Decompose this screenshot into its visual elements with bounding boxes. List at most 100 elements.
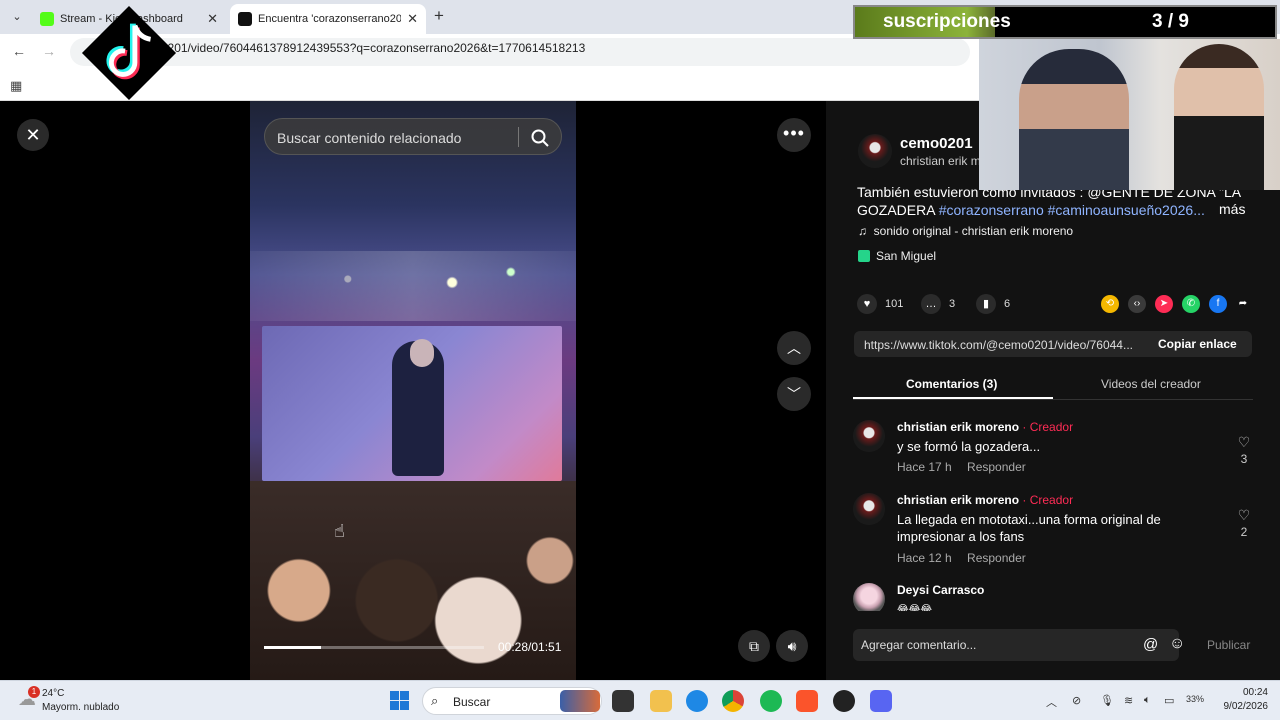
comment-avatar[interactable] (853, 583, 885, 611)
floating-player-icon[interactable]: ⧉ (738, 630, 770, 662)
apps-grid-icon[interactable]: ▦ (10, 78, 22, 94)
description-hashtags[interactable]: #corazonserrano #caminoaunsueño2026... (939, 202, 1205, 218)
creator-badge: · Creador (1022, 493, 1074, 507)
video-stage-lights (250, 251, 576, 321)
chrome-browser-icon[interactable] (722, 690, 744, 712)
bookmark-icon: ▮ (976, 294, 996, 314)
previous-video-icon[interactable]: ︿ (777, 331, 811, 365)
mention-icon[interactable]: @ (1143, 636, 1158, 653)
whatsapp-icon[interactable]: ✆ (1182, 295, 1200, 313)
terminal-app-icon[interactable] (612, 690, 634, 712)
tabs-divider (853, 399, 1253, 400)
back-icon[interactable]: ← (12, 43, 26, 59)
subscription-goal-count: 3 / 9 (1152, 11, 1189, 32)
video-link-box: https://www.tiktok.com/@cemo0201/video/7… (854, 331, 1252, 357)
heart-icon: ♥ (857, 294, 877, 314)
search-divider (518, 127, 519, 147)
comment-avatar[interactable] (853, 493, 885, 525)
location-link[interactable]: San Miguel (858, 249, 936, 263)
battery-icon[interactable]: ▭ (1164, 694, 1174, 707)
tab-close-icon[interactable]: ✕ (407, 11, 418, 27)
clock-date[interactable]: 9/02/2026 (1216, 701, 1269, 712)
repost-icon[interactable]: ⟲ (1101, 295, 1119, 313)
video-player[interactable] (250, 101, 576, 680)
tab-title: Encuentra 'corazonserrano2026' en TikTok (258, 13, 402, 25)
close-icon[interactable]: ✕ (17, 119, 49, 151)
comment-time: Hace 17 h (897, 460, 952, 474)
share-arrow-icon[interactable]: ➦ (1234, 295, 1252, 313)
wifi-icon[interactable]: ≋ (1124, 694, 1133, 707)
comment-author[interactable]: christian erik moreno (897, 493, 1019, 507)
embed-code-icon[interactable]: ‹› (1128, 295, 1146, 313)
comment-meta: Hace 12 h Responder (897, 551, 1038, 565)
video-link-url[interactable]: https://www.tiktok.com/@cemo0201/video/7… (864, 338, 1144, 352)
microphone-icon[interactable]: 🎙︎ (1100, 694, 1114, 707)
send-to-friends-icon[interactable]: ➤ (1155, 295, 1173, 313)
mouse-cursor-icon: ☝︎ (334, 521, 345, 541)
obs-app-icon[interactable] (833, 690, 855, 712)
clock-time[interactable]: 00:24 (1226, 687, 1268, 698)
comment-like-count: 3 (1240, 452, 1248, 466)
like-count: 101 (885, 298, 904, 310)
forward-icon[interactable]: → (42, 43, 56, 59)
volume-icon[interactable]: 🔊︎ (776, 630, 808, 662)
tab-creator-videos[interactable]: Videos del creador (1101, 377, 1201, 391)
spotify-icon[interactable] (760, 690, 782, 712)
video-progress-bar[interactable] (264, 646, 484, 649)
comment-button[interactable]: … 3 (921, 294, 955, 314)
description-more-link[interactable]: más (1219, 201, 1245, 217)
add-comment-field[interactable]: Agregar comentario... @ ☺ (853, 629, 1185, 661)
facebook-icon[interactable]: f (1209, 295, 1227, 313)
new-tab-icon[interactable]: + (434, 6, 444, 26)
comment-author[interactable]: christian erik moreno (897, 420, 1019, 434)
copy-link-button[interactable]: Copiar enlace (1158, 337, 1237, 351)
tray-overflow-icon[interactable]: ︿ (1046, 694, 1057, 710)
search-icon: ⌕ (431, 693, 439, 708)
more-options-icon[interactable]: ••• (777, 118, 811, 152)
publish-button[interactable]: Publicar (1207, 638, 1250, 652)
comment-like-count: 2 (1240, 525, 1248, 539)
tab-tiktok-search[interactable]: Encuentra 'corazonserrano2026' en TikTok… (230, 4, 426, 34)
save-count: 6 (1004, 298, 1011, 310)
comment-like-heart-icon[interactable]: ♡ (1236, 507, 1252, 524)
comment-avatar[interactable] (853, 420, 885, 452)
tab-close-icon[interactable]: ✕ (207, 11, 218, 27)
speaker-icon[interactable]: 🔈︎ (1144, 694, 1151, 707)
location-pin-icon (858, 250, 870, 262)
battery-percent: 33% (1186, 694, 1205, 704)
author-username[interactable]: cemo0201 (900, 135, 973, 152)
comment-time: Hace 12 h (897, 551, 952, 565)
file-explorer-icon[interactable] (650, 690, 672, 712)
author-avatar[interactable] (858, 134, 892, 168)
creator-badge: · Creador (1022, 420, 1074, 434)
comment-item: christian erik moreno · Creador La llega… (853, 493, 1253, 569)
discord-icon[interactable] (870, 690, 892, 712)
reply-button[interactable]: Responder (967, 551, 1026, 565)
network-off-icon[interactable]: ⊘ (1072, 694, 1081, 707)
tiktok-logo-icon (81, 5, 177, 101)
save-button[interactable]: ▮ 6 (976, 294, 1010, 314)
music-note-icon: ♫ (858, 224, 867, 238)
brave-browser-icon[interactable] (796, 690, 818, 712)
comment-like-heart-icon[interactable]: ♡ (1236, 434, 1252, 451)
tab-search-chevron-icon[interactable]: ⌄ (8, 8, 26, 26)
emoji-icon[interactable]: ☺ (1169, 635, 1185, 653)
windows-start-icon[interactable] (390, 691, 409, 710)
comment-text: 😂😂😂 (897, 604, 933, 611)
related-search-input[interactable]: Buscar contenido relacionado (264, 118, 562, 155)
reply-button[interactable]: Responder (967, 460, 1026, 474)
next-video-icon[interactable]: ﹀ (777, 377, 811, 411)
like-button[interactable]: ♥ 101 (857, 294, 903, 314)
weather-description[interactable]: Mayorm. nublado (42, 702, 119, 713)
weather-temperature[interactable]: 24°C (42, 688, 64, 699)
comment-author[interactable]: Deysi Carrasco (897, 583, 984, 597)
edge-browser-icon[interactable] (686, 690, 708, 712)
kick-favicon-icon (40, 12, 54, 26)
sound-link[interactable]: ♫ sonido original - christian erik moren… (858, 224, 1073, 238)
search-icon[interactable] (529, 127, 551, 149)
video-time: 00:28/01:51 (498, 640, 562, 654)
comment-count: 3 (949, 298, 956, 310)
webcam-person-right (1174, 44, 1264, 190)
comment-author-line: christian erik moreno · Creador (897, 420, 1073, 434)
tab-comments[interactable]: Comentarios (3) (906, 377, 997, 391)
